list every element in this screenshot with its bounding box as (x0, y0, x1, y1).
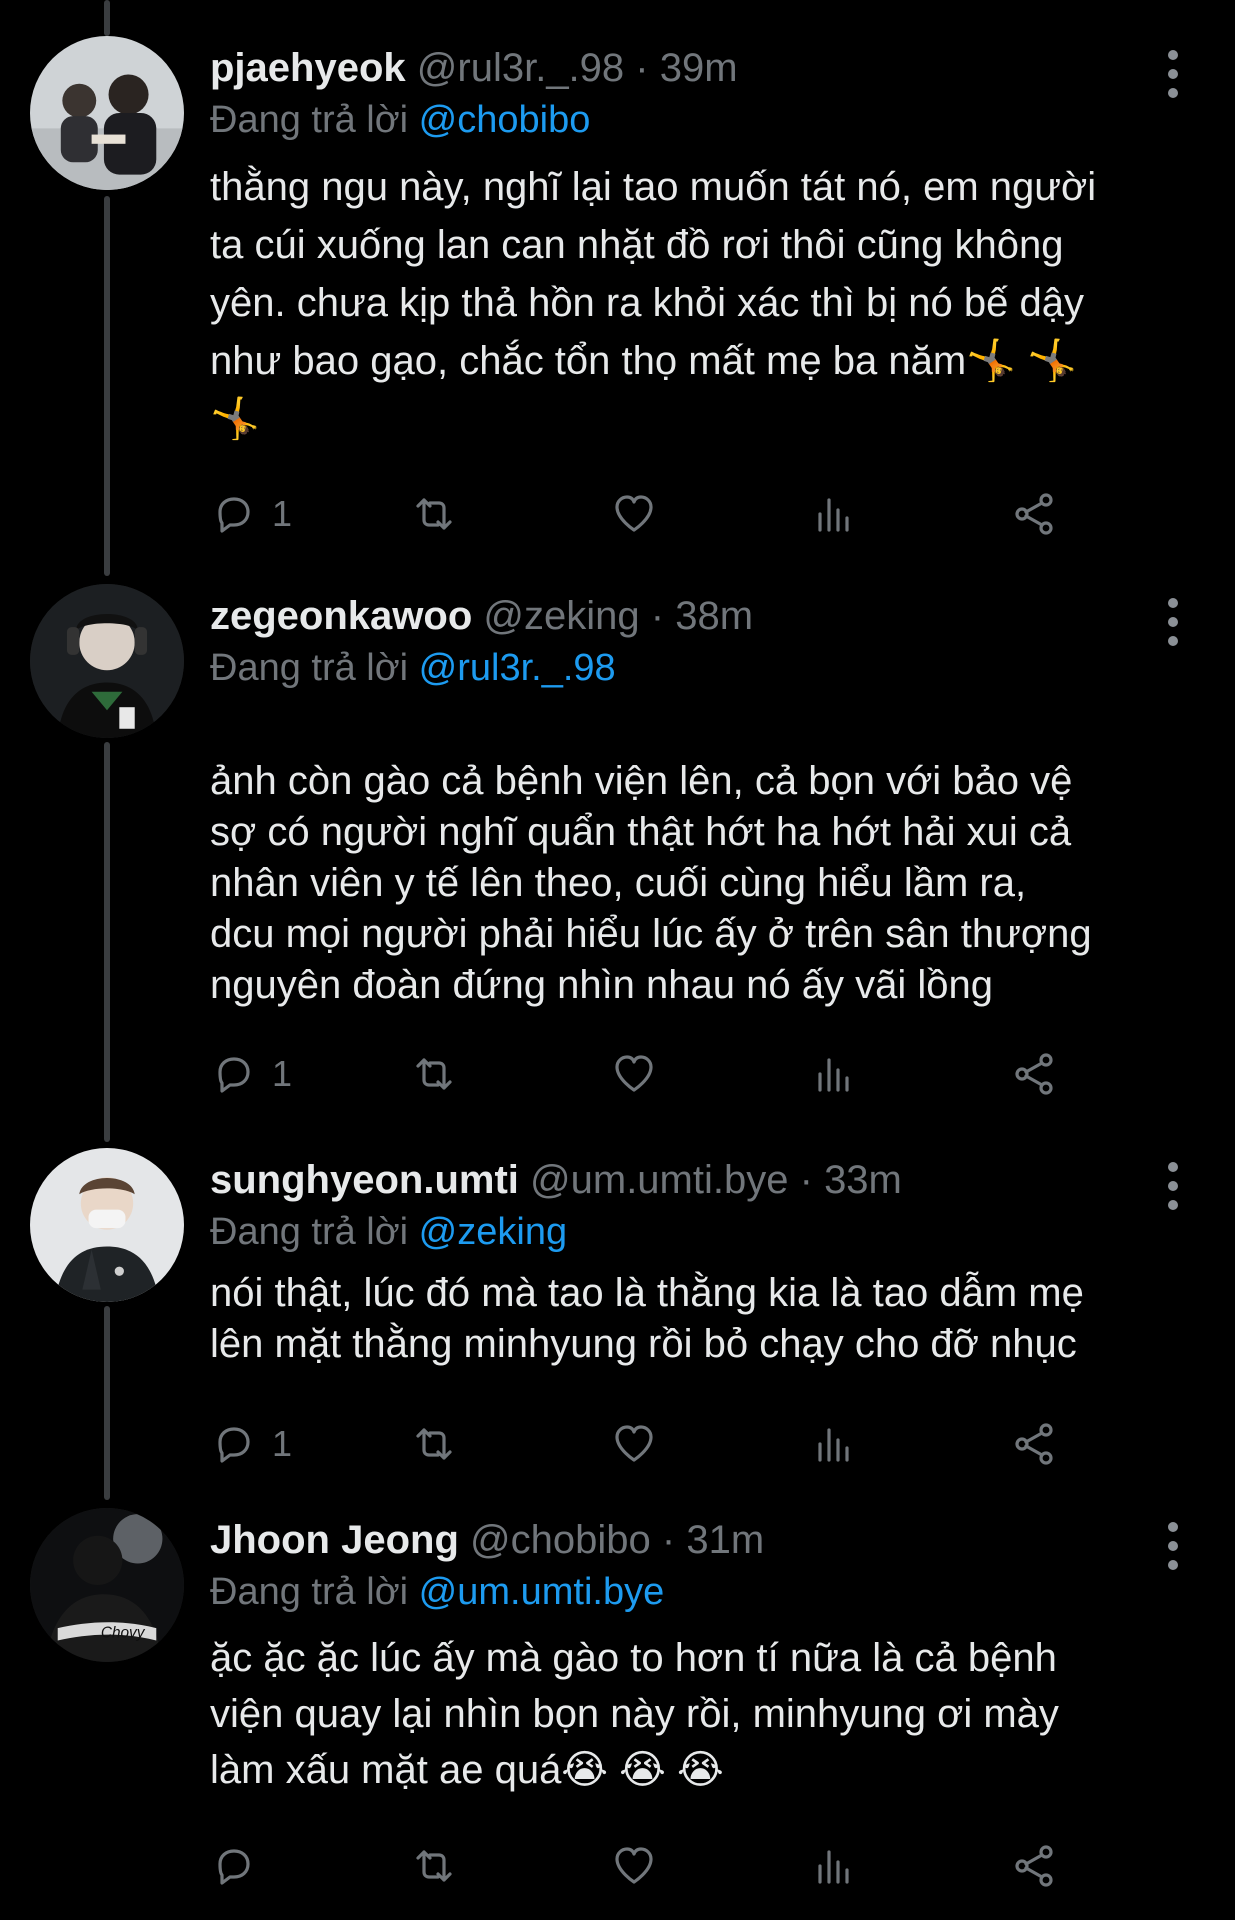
views-button[interactable] (810, 1836, 858, 1896)
reply-icon (218, 1849, 250, 1885)
like-button[interactable] (610, 484, 658, 544)
more-icon[interactable] (1167, 1162, 1179, 1210)
like-button[interactable] (610, 1414, 658, 1474)
like-button[interactable] (610, 1044, 658, 1104)
share-icon (1015, 1845, 1053, 1887)
action-bar: 1 (210, 1044, 1090, 1104)
share-button[interactable] (1010, 484, 1058, 544)
handle[interactable]: @um.umti.bye (530, 1158, 788, 1202)
like-button[interactable] (610, 1836, 658, 1896)
retweet-icon (416, 498, 452, 530)
tweet-text: ảnh còn gào cả bệnh viện lên, cả bọn với… (210, 759, 1092, 1007)
retweet-button[interactable] (410, 1414, 458, 1474)
reply-button[interactable] (210, 1836, 272, 1896)
action-bar: 1 (210, 1414, 1090, 1474)
views-button[interactable] (810, 484, 858, 544)
retweet-button[interactable] (410, 1836, 458, 1896)
retweet-icon (416, 1428, 452, 1460)
reply-mention[interactable]: @rul3r._.98 (419, 647, 616, 689)
avatar[interactable] (30, 36, 184, 190)
reply-mention[interactable]: @chobibo (419, 99, 591, 141)
avatar[interactable]: Chovy (30, 1508, 184, 1662)
share-button[interactable] (1010, 1044, 1058, 1104)
timestamp[interactable]: 38m (675, 594, 753, 638)
views-button[interactable] (810, 1044, 858, 1104)
retweet-icon (416, 1850, 452, 1882)
tweet-header: pjaehyeok @rul3r._.98 · 39m (210, 44, 738, 92)
more-icon[interactable] (1167, 1522, 1179, 1570)
reply-prefix: Đang trả lời (210, 647, 409, 689)
share-button[interactable] (1010, 1836, 1058, 1896)
replying-to: Đang trả lời @um.umti.bye (210, 1568, 664, 1616)
tweet-header: zegeonkawoo @zeking · 38m (210, 592, 753, 640)
views-icon (818, 1428, 849, 1462)
tweet-header: sunghyeon.umti @um.umti.bye · 33m (210, 1156, 902, 1204)
display-name[interactable]: Jhoon Jeong (210, 1518, 459, 1562)
replying-to: Đang trả lời @zeking (210, 1208, 567, 1256)
tweet[interactable]: sunghyeon.umti @um.umti.bye · 33m Đang t… (0, 1148, 1235, 1478)
separator: · (799, 1158, 813, 1202)
action-bar: 1 (210, 484, 1090, 544)
avatar[interactable] (30, 584, 184, 738)
reply-count: 1 (272, 1423, 293, 1464)
tweet[interactable]: Chovy Jhoon Jeong @chobibo · 31m Đang tr… (0, 1508, 1235, 1908)
thread-line (104, 0, 110, 36)
more-icon[interactable] (1167, 50, 1179, 98)
share-icon (1015, 493, 1053, 535)
reply-mention[interactable]: @um.umti.bye (419, 1571, 665, 1613)
tweet-text: nói thật, lúc đó mà tao là thằng kia là … (210, 1271, 1084, 1366)
heart-icon (615, 495, 653, 532)
avatar[interactable] (30, 1148, 184, 1302)
timestamp[interactable]: 39m (660, 46, 738, 90)
reply-icon (218, 1427, 250, 1463)
svg-text:Chovy: Chovy (101, 1624, 146, 1641)
views-icon (818, 1850, 849, 1884)
more-icon[interactable] (1167, 598, 1179, 646)
views-icon (818, 1058, 849, 1092)
retweet-button[interactable] (410, 484, 458, 544)
replying-to: Đang trả lời @chobibo (210, 96, 590, 144)
reply-button[interactable]: 1 (210, 484, 292, 544)
views-button[interactable] (810, 1414, 858, 1474)
reply-mention[interactable]: @zeking (419, 1211, 567, 1253)
heart-icon (615, 1055, 653, 1092)
retweet-icon (416, 1058, 452, 1090)
reply-prefix: Đang trả lời (210, 1211, 409, 1253)
handle[interactable]: @zeking (483, 594, 639, 638)
handle[interactable]: @rul3r._.98 (417, 46, 624, 90)
views-icon (818, 498, 849, 532)
heart-icon (615, 1847, 653, 1884)
replying-to: Đang trả lời @rul3r._.98 (210, 644, 616, 692)
display-name[interactable]: pjaehyeok (210, 46, 406, 90)
reply-count: 1 (272, 493, 293, 534)
tweet-text: thằng ngu này, nghĩ lại tao muốn tát nó,… (210, 165, 1097, 441)
separator: · (661, 1518, 676, 1562)
reply-icon (218, 1057, 250, 1093)
tweet-header: Jhoon Jeong @chobibo · 31m (210, 1516, 764, 1564)
reply-prefix: Đang trả lời (210, 99, 409, 141)
separator: · (650, 594, 665, 638)
retweet-button[interactable] (410, 1044, 458, 1104)
share-icon (1015, 1053, 1053, 1095)
timestamp[interactable]: 31m (686, 1518, 764, 1562)
display-name[interactable]: zegeonkawoo (210, 594, 472, 638)
tweet[interactable]: zegeonkawoo @zeking · 38m Đang trả lời @… (0, 584, 1235, 1104)
separator: · (635, 46, 649, 90)
reply-prefix: Đang trả lời (210, 1571, 409, 1613)
tweet[interactable]: pjaehyeok @rul3r._.98 · 39m Đang trả lời… (0, 36, 1235, 546)
tweet-text: ặc ặc ặc lúc ấy mà gào to hơn tí nữa là … (210, 1636, 1059, 1792)
action-bar (210, 1836, 1090, 1896)
reply-count: 1 (272, 1053, 293, 1094)
heart-icon (615, 1425, 653, 1462)
share-icon (1015, 1423, 1053, 1465)
reply-button[interactable]: 1 (210, 1044, 292, 1104)
handle[interactable]: @chobibo (470, 1518, 651, 1562)
timestamp[interactable]: 33m (824, 1158, 902, 1202)
display-name[interactable]: sunghyeon.umti (210, 1158, 519, 1202)
reply-button[interactable]: 1 (210, 1414, 292, 1474)
reply-icon (218, 497, 250, 533)
share-button[interactable] (1010, 1414, 1058, 1474)
